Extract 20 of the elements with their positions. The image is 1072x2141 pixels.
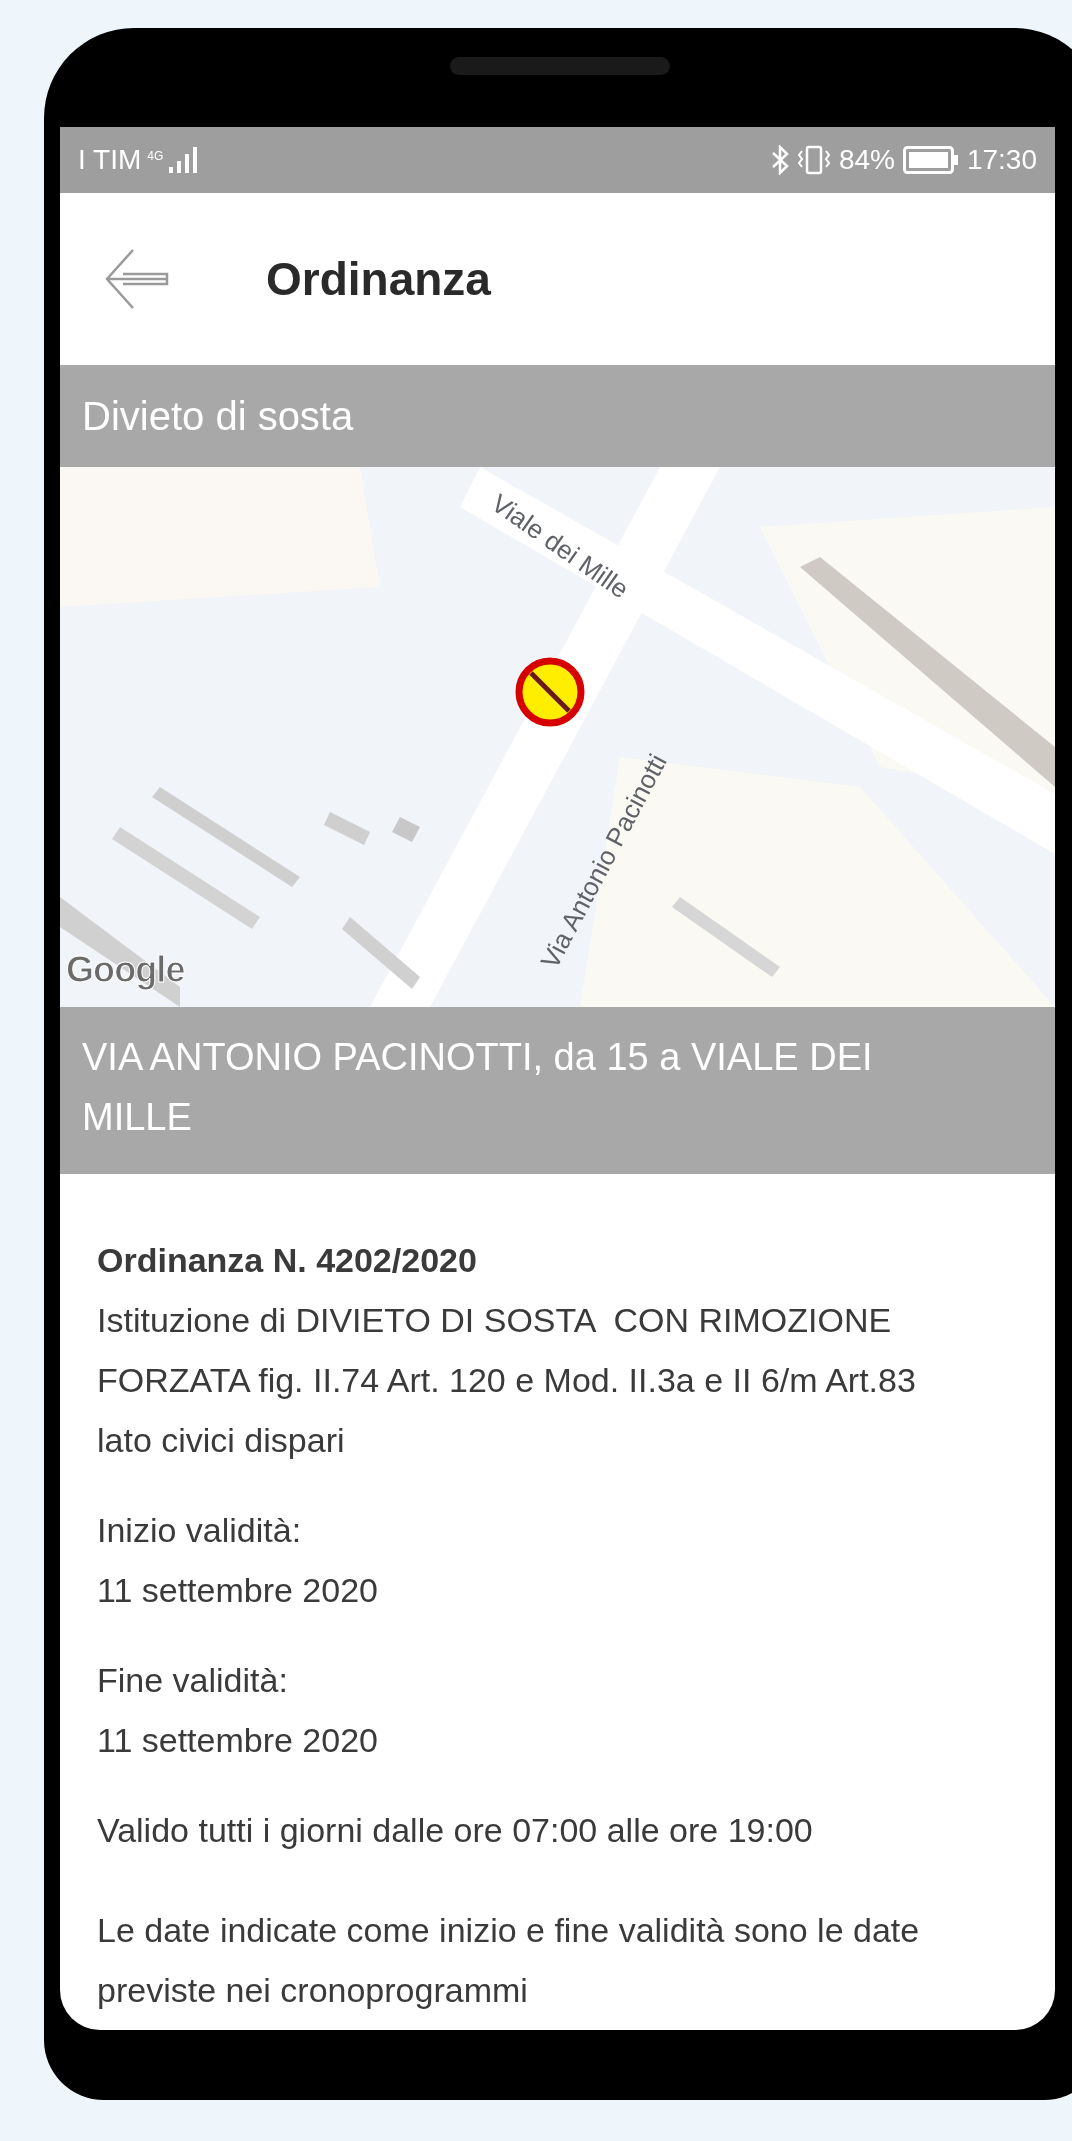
clock-time: 17:30 (966, 143, 1037, 177)
ordinance-number: Ordinanza N. 4202/2020 (97, 1240, 478, 1281)
validity-label: Inizio validità: (97, 1510, 303, 1551)
signal-icon (169, 147, 200, 173)
validity-note: Le date indicate come inizio e fine validità sono le date previste nei cronoprogrammi (97, 1910, 921, 2011)
carrier-name: I TIM (78, 143, 142, 177)
schedule-text: Valido tutti i giorni dalle ore 07:00 alle ore 19:00 (97, 1810, 814, 1851)
validity-date: 11 settembre 2020 (97, 1720, 379, 1761)
network-type: 4G (147, 148, 164, 165)
validity-date: 11 settembre 2020 (97, 1570, 379, 1611)
validity-label: Fine validità: (97, 1660, 289, 1701)
page-title: Ordinanza (266, 251, 491, 307)
category-title: Divieto di sosta (82, 393, 354, 440)
address-text: VIA ANTONIO PACINOTTI, da 15 a VIALE DEI MILLE (82, 1035, 874, 1140)
bluetooth-icon (770, 145, 789, 175)
battery-percentage: 84% (838, 143, 895, 177)
map-attribution: Google (66, 948, 185, 992)
battery-icon (902, 146, 959, 174)
ordinance-description: Istituzione di DIVIETO DI SOSTA CON RIMOZIONE FORZATA fig. II.74 Art. 120 e Mod. II.3a e II 6/m Art.83 lato civici dispari (97, 1300, 917, 1461)
vibrate-icon (796, 145, 831, 175)
